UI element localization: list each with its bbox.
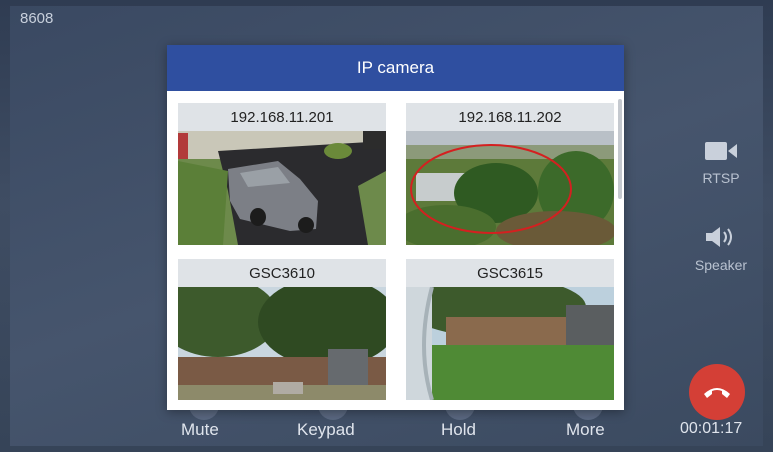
camera-feed-image: [406, 131, 614, 245]
call-timer: 00:01:17: [680, 420, 743, 437]
camera-tile-1[interactable]: 192.168.11.201: [178, 103, 386, 245]
camera-feed-image: [178, 287, 386, 400]
camera-label: 192.168.11.202: [406, 103, 614, 131]
camera-label: 192.168.11.201: [178, 103, 386, 131]
speaker-label: Speaker: [694, 257, 748, 273]
camera-tile-2[interactable]: 192.168.11.202: [406, 103, 614, 245]
rtsp-button[interactable]: RTSP: [681, 140, 761, 186]
mute-button[interactable]: Mute: [181, 420, 219, 440]
camera-label: GSC3615: [406, 259, 614, 287]
phone-hangup-icon: [704, 388, 730, 398]
camera-label: GSC3610: [178, 259, 386, 287]
hold-button[interactable]: Hold: [441, 420, 476, 440]
ip-camera-dialog: IP camera 192.168.11.201 192.168.11.202: [167, 45, 624, 410]
camera-feed-image: [178, 131, 386, 245]
video-camera-icon: [705, 142, 737, 160]
scrollbar[interactable]: [618, 99, 622, 199]
speaker-button[interactable]: Speaker: [681, 225, 761, 273]
camera-tile-3[interactable]: GSC3610: [178, 259, 386, 400]
dialog-title: IP camera: [167, 45, 624, 91]
speaker-icon: [706, 227, 732, 247]
hangup-button[interactable]: [689, 364, 745, 420]
more-button[interactable]: More: [566, 420, 605, 440]
keypad-button[interactable]: Keypad: [297, 420, 355, 440]
rtsp-label: RTSP: [702, 170, 740, 186]
camera-tile-4[interactable]: GSC3615: [406, 259, 614, 400]
extension-number: 8608: [20, 10, 54, 27]
camera-feed-image: [406, 287, 614, 400]
